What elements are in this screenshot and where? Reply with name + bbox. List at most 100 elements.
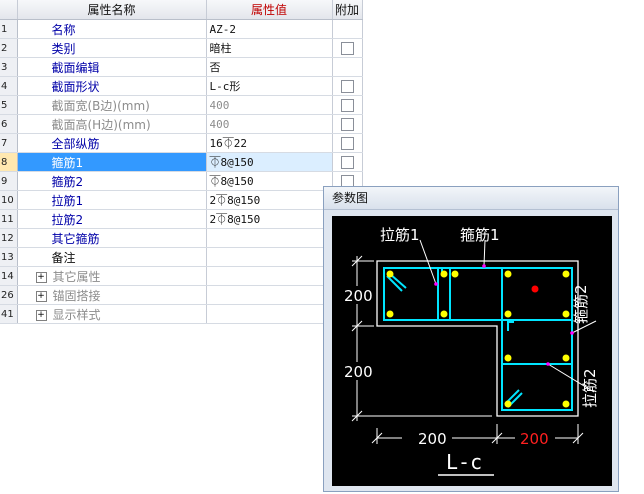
table-row[interactable]: 12 其它箍筋: [0, 228, 363, 248]
label-tie1: 拉筋1: [380, 226, 420, 244]
table-row[interactable]: 10 拉筋1 2⏁8@150: [0, 190, 363, 210]
dim-bottom-left: 200: [418, 430, 447, 448]
table-row[interactable]: 5 截面宽(B边)(mm) 400: [0, 95, 363, 115]
extra-cell: [332, 38, 363, 58]
row-number: 3: [0, 57, 18, 77]
table-row[interactable]: 1 名称 AZ-2: [0, 19, 363, 39]
property-name[interactable]: 截面宽(B边)(mm): [17, 95, 207, 115]
extra-cell: [332, 152, 363, 172]
property-value: [206, 285, 333, 305]
label-stirrup2: 箍筋2: [572, 284, 590, 324]
property-name[interactable]: 名称: [17, 19, 207, 39]
row-number: 14: [0, 266, 18, 286]
property-name[interactable]: 箍筋2: [17, 171, 207, 191]
table-row[interactable]: 13 备注: [0, 247, 363, 267]
property-value: [206, 266, 333, 286]
header-extra[interactable]: 附加: [332, 0, 363, 20]
property-value[interactable]: ⏁8@150: [206, 152, 333, 172]
expand-plus-icon[interactable]: +: [35, 309, 47, 321]
property-value[interactable]: 2⏁8@150: [206, 209, 333, 229]
group-name[interactable]: + 显示样式: [17, 304, 207, 324]
row-number: 6: [0, 114, 18, 134]
table-row[interactable]: 2 类别 暗柱: [0, 38, 363, 58]
property-value[interactable]: ⏁8@150: [206, 171, 333, 191]
diagram-background: [332, 216, 612, 486]
property-value: [206, 304, 333, 324]
row-number: 41: [0, 304, 18, 324]
dim-bottom-right: 200: [520, 430, 549, 448]
group-label: 显示样式: [52, 307, 101, 322]
table-row[interactable]: 9 箍筋2 ⏁8@150: [0, 171, 363, 191]
row-number: 26: [0, 285, 18, 305]
table-row[interactable]: 7 全部纵筋 16⏁22: [0, 133, 363, 153]
extra-cell: [332, 19, 363, 39]
table-row[interactable]: 11 拉筋2 2⏁8@150: [0, 209, 363, 229]
property-name[interactable]: 截面形状: [17, 76, 207, 96]
group-label: 其它属性: [52, 269, 101, 284]
table-row-group[interactable]: 26 + 锚固搭接: [0, 285, 363, 305]
extra-cell: [332, 133, 363, 153]
property-value[interactable]: 16⏁22: [206, 133, 333, 153]
row-number: 4: [0, 76, 18, 96]
property-name[interactable]: 类别: [17, 38, 207, 58]
property-name[interactable]: 全部纵筋: [17, 133, 207, 153]
table-row[interactable]: 3 截面编辑 否: [0, 57, 363, 77]
property-value[interactable]: 暗柱: [206, 38, 333, 58]
table-row-group[interactable]: 14 + 其它属性: [0, 266, 363, 286]
header-name[interactable]: 属性名称: [17, 0, 207, 20]
group-name[interactable]: + 锚固搭接: [17, 285, 207, 305]
property-value[interactable]: 400: [206, 95, 333, 115]
header-value[interactable]: 属性值: [206, 0, 333, 20]
row-number: 11: [0, 209, 18, 229]
row-number: 10: [0, 190, 18, 210]
property-value[interactable]: [206, 247, 333, 267]
property-value[interactable]: AZ-2: [206, 19, 333, 39]
extra-checkbox[interactable]: [340, 42, 354, 55]
property-value[interactable]: [206, 228, 333, 248]
property-value[interactable]: 2⏁8@150: [206, 190, 333, 210]
property-grid: 属性名称 属性值 附加 1 名称 AZ-2 2 类别 暗柱 3 截面编辑 否 4…: [0, 0, 363, 324]
extra-cell: [332, 76, 363, 96]
row-number: 12: [0, 228, 18, 248]
property-name[interactable]: 其它箍筋: [17, 228, 207, 248]
row-number: 1: [0, 19, 18, 39]
row-number: 9: [0, 171, 18, 191]
dim-top-height: 200: [344, 287, 373, 305]
table-row-group[interactable]: 41 + 显示样式: [0, 304, 363, 324]
group-name[interactable]: + 其它属性: [17, 266, 207, 286]
property-name[interactable]: 箍筋1: [17, 152, 207, 172]
extra-checkbox[interactable]: [340, 156, 354, 169]
label-stirrup1: 箍筋1: [460, 226, 500, 244]
property-value[interactable]: 否: [206, 57, 333, 77]
extra-checkbox[interactable]: [340, 137, 354, 150]
property-name[interactable]: 拉筋2: [17, 209, 207, 229]
table-row[interactable]: 6 截面高(H边)(mm) 400: [0, 114, 363, 134]
table-row-selected[interactable]: 8 箍筋1 ⏁8@150: [0, 152, 363, 172]
property-name[interactable]: 拉筋1: [17, 190, 207, 210]
row-number: 2: [0, 38, 18, 58]
property-value[interactable]: L-c形: [206, 76, 333, 96]
property-value[interactable]: 400: [206, 114, 333, 134]
parameter-diagram-panel: 参数图 拉筋1 箍筋1 箍筋2 拉筋2 200 200 200 200 L-c: [323, 186, 619, 492]
dim-mid-height: 200: [344, 363, 373, 381]
extra-cell: [332, 57, 363, 77]
extra-checkbox[interactable]: [340, 99, 354, 112]
extra-cell: [332, 95, 363, 115]
group-label: 锚固搭接: [52, 288, 101, 303]
table-row[interactable]: 4 截面形状 L-c形: [0, 76, 363, 96]
expand-plus-icon[interactable]: +: [35, 271, 47, 283]
center-mark: [531, 285, 539, 293]
panel-title: 参数图: [324, 187, 618, 210]
extra-checkbox[interactable]: [340, 118, 354, 131]
grid-header: 属性名称 属性值 附加: [0, 0, 363, 20]
property-name[interactable]: 截面编辑: [17, 57, 207, 77]
extra-checkbox[interactable]: [340, 80, 354, 93]
extra-cell: [332, 114, 363, 134]
property-name[interactable]: 备注: [17, 247, 207, 267]
row-number: 8: [0, 152, 18, 172]
section-diagram: 拉筋1 箍筋1 箍筋2 拉筋2 200 200 200 200 L-c: [332, 216, 612, 486]
expand-plus-icon[interactable]: +: [35, 290, 47, 302]
header-corner: [0, 0, 18, 20]
property-name[interactable]: 截面高(H边)(mm): [17, 114, 207, 134]
label-tie2: 拉筋2: [581, 368, 599, 408]
